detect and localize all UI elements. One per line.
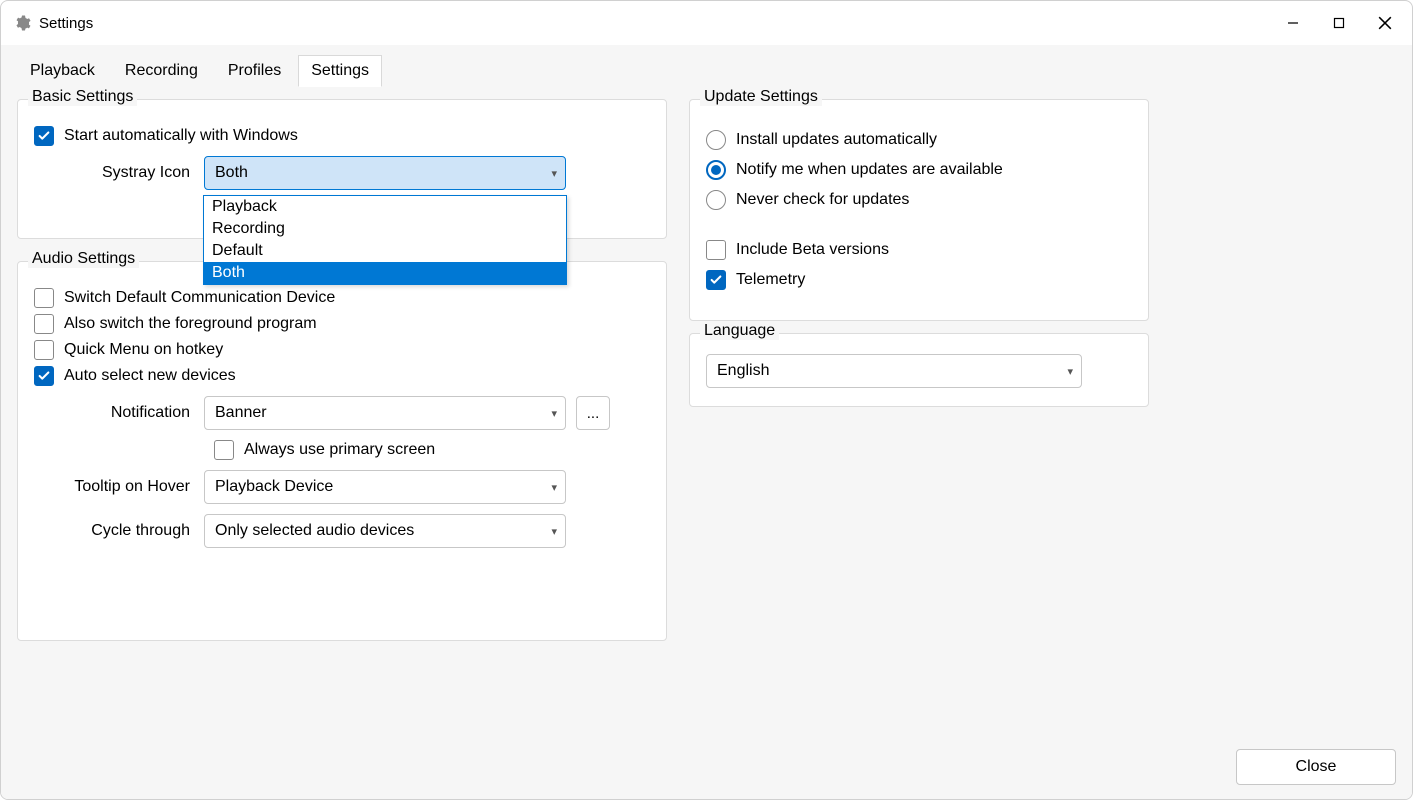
systray-icon-dropdown[interactable]: Playback Recording Default Both: [203, 195, 567, 285]
chevron-down-icon: ▾: [551, 407, 557, 420]
footer: Close: [17, 739, 1396, 785]
switch-default-comm-row[interactable]: Switch Default Communication Device: [34, 288, 650, 308]
tab-bar: Playback Recording Profiles Settings: [17, 55, 1396, 87]
tooltip-label: Tooltip on Hover: [34, 478, 204, 496]
chevron-down-icon: ▾: [551, 167, 557, 180]
always-primary-checkbox[interactable]: [214, 440, 234, 460]
update-settings-legend: Update Settings: [700, 88, 822, 106]
switch-default-comm-checkbox[interactable]: [34, 288, 54, 308]
window-title: Settings: [39, 15, 93, 32]
also-switch-fg-checkbox[interactable]: [34, 314, 54, 334]
systray-icon-combo[interactable]: Both ▾: [204, 156, 566, 190]
start-with-windows-label: Start automatically with Windows: [64, 127, 298, 145]
update-install-auto-row[interactable]: Install updates automatically: [706, 130, 1132, 150]
tab-playback[interactable]: Playback: [17, 55, 108, 87]
systray-icon-value: Both: [215, 164, 248, 182]
tab-profiles[interactable]: Profiles: [215, 55, 294, 87]
also-switch-fg-label: Also switch the foreground program: [64, 315, 317, 333]
telemetry-row[interactable]: Telemetry: [706, 270, 1132, 290]
quick-menu-label: Quick Menu on hotkey: [64, 341, 223, 359]
telemetry-label: Telemetry: [736, 271, 805, 289]
quick-menu-row[interactable]: Quick Menu on hotkey: [34, 340, 650, 360]
always-primary-label: Always use primary screen: [244, 441, 435, 459]
content-area: Playback Recording Profiles Settings Bas…: [1, 45, 1412, 799]
language-value: English: [717, 362, 769, 380]
language-legend: Language: [700, 322, 779, 340]
maximize-button[interactable]: [1316, 7, 1362, 39]
switch-default-comm-label: Switch Default Communication Device: [64, 289, 335, 307]
cycle-label: Cycle through: [34, 522, 204, 540]
systray-option-default[interactable]: Default: [204, 240, 566, 262]
notification-more-button[interactable]: ...: [576, 396, 610, 430]
audio-settings-legend: Audio Settings: [28, 250, 139, 268]
update-notify-row[interactable]: Notify me when updates are available: [706, 160, 1132, 180]
tab-settings[interactable]: Settings: [298, 55, 382, 87]
update-settings-group: Update Settings Install updates automati…: [689, 99, 1149, 321]
language-group: Language English ▾: [689, 333, 1149, 407]
systray-option-playback[interactable]: Playback: [204, 196, 566, 218]
update-never-label: Never check for updates: [736, 191, 909, 209]
chevron-down-icon: ▾: [551, 525, 557, 538]
also-switch-fg-row[interactable]: Also switch the foreground program: [34, 314, 650, 334]
minimize-button[interactable]: [1270, 7, 1316, 39]
telemetry-checkbox[interactable]: [706, 270, 726, 290]
auto-select-new-label: Auto select new devices: [64, 367, 236, 385]
start-with-windows-checkbox[interactable]: [34, 126, 54, 146]
close-window-button[interactable]: [1362, 7, 1408, 39]
notification-label: Notification: [34, 404, 204, 422]
update-never-radio[interactable]: [706, 190, 726, 210]
include-beta-row[interactable]: Include Beta versions: [706, 240, 1132, 260]
notification-value: Banner: [215, 404, 267, 422]
tooltip-combo[interactable]: Playback Device ▾: [204, 470, 566, 504]
include-beta-label: Include Beta versions: [736, 241, 889, 259]
language-combo[interactable]: English ▾: [706, 354, 1082, 388]
tab-recording[interactable]: Recording: [112, 55, 211, 87]
quick-menu-checkbox[interactable]: [34, 340, 54, 360]
tooltip-value: Playback Device: [215, 478, 333, 496]
systray-option-recording[interactable]: Recording: [204, 218, 566, 240]
update-notify-label: Notify me when updates are available: [736, 161, 1003, 179]
basic-settings-legend: Basic Settings: [28, 88, 137, 106]
chevron-down-icon: ▾: [1067, 365, 1073, 378]
settings-window: Settings Playback Recording Profiles Set…: [0, 0, 1413, 800]
include-beta-checkbox[interactable]: [706, 240, 726, 260]
always-primary-row[interactable]: Always use primary screen: [214, 440, 650, 460]
cycle-value: Only selected audio devices: [215, 522, 414, 540]
auto-select-new-row[interactable]: Auto select new devices: [34, 366, 650, 386]
chevron-down-icon: ▾: [551, 481, 557, 494]
notification-combo[interactable]: Banner ▾: [204, 396, 566, 430]
update-install-auto-label: Install updates automatically: [736, 131, 937, 149]
systray-option-both[interactable]: Both: [204, 262, 566, 284]
update-install-auto-radio[interactable]: [706, 130, 726, 150]
audio-settings-group: Audio Settings Switch Default Communicat…: [17, 261, 667, 641]
titlebar: Settings: [1, 1, 1412, 45]
cycle-combo[interactable]: Only selected audio devices ▾: [204, 514, 566, 548]
gear-icon: [13, 14, 31, 32]
update-notify-radio[interactable]: [706, 160, 726, 180]
start-with-windows-row[interactable]: Start automatically with Windows: [34, 126, 650, 146]
auto-select-new-checkbox[interactable]: [34, 366, 54, 386]
update-never-row[interactable]: Never check for updates: [706, 190, 1132, 210]
close-button[interactable]: Close: [1236, 749, 1396, 785]
systray-icon-label: Systray Icon: [34, 164, 204, 182]
